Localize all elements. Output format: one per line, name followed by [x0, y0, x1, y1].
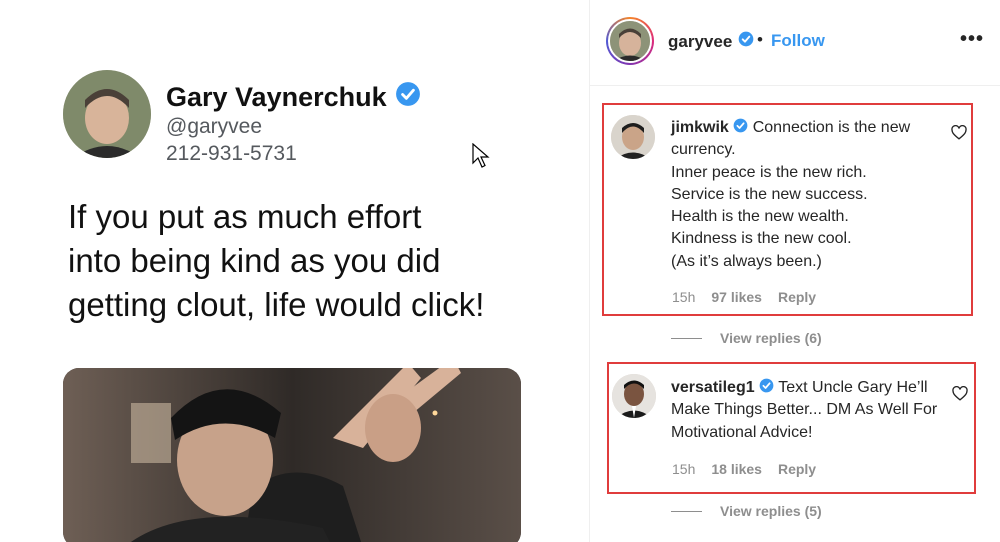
divider-line [671, 337, 702, 339]
comment-username[interactable]: versatileg1 [671, 379, 755, 396]
view-replies-button[interactable]: View replies (5) [671, 503, 822, 519]
post-sidebar: garyvee • Follow ••• jimkwik Connection … [589, 0, 1000, 542]
comment-likes[interactable]: 97 likes [711, 289, 762, 305]
comment-line: Health is the new wealth. [671, 208, 849, 226]
comment-item: jimkwik Connection is the new currency. … [602, 103, 973, 316]
verified-icon [738, 31, 754, 52]
post-header: garyvee • Follow ••• [590, 0, 1000, 86]
tweet-name-text: Gary Vaynerchuk [166, 82, 387, 112]
tweet-text: If you put as much effort into being kin… [68, 195, 568, 327]
divider-line [671, 510, 702, 512]
like-heart-icon[interactable] [952, 386, 968, 406]
post-image[interactable]: Gary Vaynerchuk @garyvee 212-931-5731 If… [0, 0, 590, 542]
header-avatar[interactable] [606, 17, 654, 65]
more-options-icon[interactable]: ••• [960, 28, 984, 51]
view-replies-label[interactable]: View replies (6) [720, 330, 822, 346]
view-replies-button[interactable]: View replies (6) [671, 330, 822, 346]
verified-icon [759, 378, 774, 396]
mouse-cursor-icon [472, 142, 490, 174]
header-separator: • [757, 30, 763, 49]
tweet-avatar [63, 70, 151, 158]
comment-line: Kindness is the new cool. [671, 230, 852, 248]
tweet-text-line: getting clout, life would click! [68, 286, 485, 323]
follow-button[interactable]: Follow [771, 31, 825, 51]
tweet-text-line: If you put as much effort [68, 198, 422, 235]
comment-avatar[interactable] [611, 115, 655, 159]
tweet-text-line: into being kind as you did [68, 242, 441, 279]
tweet-name: Gary Vaynerchuk [166, 81, 421, 114]
comment-text: versatileg1 Text Uncle Gary He’ll Make T… [671, 377, 951, 444]
reply-button[interactable]: Reply [778, 289, 816, 305]
comment-line: (As it’s always been.) [671, 252, 822, 270]
header-username-text[interactable]: garyvee [668, 32, 732, 52]
verified-icon [733, 118, 748, 136]
comment-avatar[interactable] [612, 374, 656, 418]
comment-item: versatileg1 Text Uncle Gary He’ll Make T… [607, 362, 976, 494]
comment-likes[interactable]: 18 likes [711, 461, 762, 477]
view-replies-label[interactable]: View replies (5) [720, 503, 822, 519]
comment-meta: 15h 97 likes Reply [672, 289, 816, 305]
like-heart-icon[interactable] [951, 125, 967, 145]
verified-icon [395, 81, 421, 114]
comment-username[interactable]: jimkwik [671, 119, 729, 136]
comment-time: 15h [672, 461, 696, 477]
header-username[interactable]: garyvee [668, 31, 754, 52]
comment-time: 15h [672, 289, 696, 305]
tweet-phone: 212-931-5731 [166, 142, 297, 165]
tweet-photo [63, 368, 521, 542]
tweet-handle: @garyvee [166, 115, 263, 138]
comment-line: Inner peace is the new rich. [671, 163, 867, 181]
comment-meta: 15h 18 likes Reply [672, 461, 816, 477]
comment-line: Service is the new success. [671, 185, 868, 203]
reply-button[interactable]: Reply [778, 461, 816, 477]
comment-text: jimkwik Connection is the new currency. … [671, 117, 956, 273]
